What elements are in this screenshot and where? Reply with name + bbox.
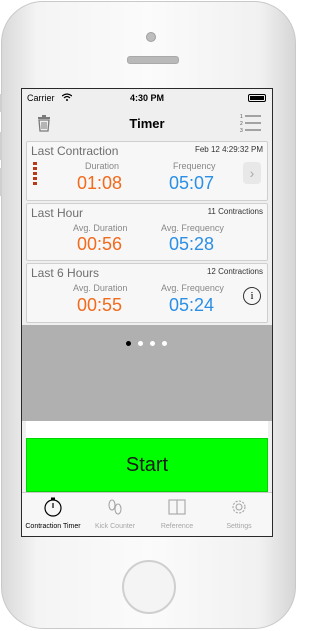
tab-reference[interactable]: Reference — [146, 493, 208, 536]
battery-icon — [248, 94, 266, 102]
book-icon — [168, 499, 186, 515]
info-icon[interactable]: i — [243, 287, 261, 305]
page-dot[interactable] — [126, 341, 131, 346]
tab-contraction-timer[interactable]: Contraction Timer — [22, 493, 84, 536]
tab-kick-counter[interactable]: Kick Counter — [84, 493, 146, 536]
volume-up-button — [0, 132, 2, 160]
page-dot[interactable] — [150, 341, 155, 346]
avg-duration-label: Avg. Duration — [73, 283, 128, 293]
blank-strip — [26, 421, 268, 438]
list-icon[interactable]: 1 2 3 — [240, 113, 262, 133]
card-title: Last Contraction — [31, 144, 119, 158]
card-title: Last Hour — [31, 206, 84, 220]
stopwatch-icon — [44, 497, 62, 517]
card-timestamp: Feb 12 4:29:32 PM — [194, 145, 263, 154]
page-dot[interactable] — [138, 341, 143, 346]
volume-down-button — [0, 168, 2, 196]
svg-text:3: 3 — [240, 128, 243, 133]
nav-bar: Timer 1 2 3 — [22, 107, 272, 139]
mute-switch — [0, 94, 2, 112]
gear-icon — [232, 500, 246, 514]
tab-label: Settings — [226, 523, 252, 530]
contraction-count: 12 Contractions — [206, 267, 263, 276]
earpiece — [127, 56, 179, 64]
tab-label: Reference — [160, 523, 194, 530]
footprints-icon — [108, 499, 122, 515]
status-time: 4:30 PM — [129, 93, 164, 103]
page-dot[interactable] — [162, 341, 167, 346]
nav-title: Timer — [129, 116, 165, 131]
start-button[interactable]: Start — [26, 438, 268, 492]
page-area[interactable] — [22, 325, 272, 421]
duration-label: Duration — [85, 161, 120, 171]
card-title: Last 6 Hours — [31, 266, 100, 280]
tab-label: Kick Counter — [94, 523, 136, 530]
tab-label: Contraction Timer — [25, 523, 81, 530]
chevron-right-icon[interactable]: › — [243, 162, 261, 184]
contraction-count: 11 Contractions — [207, 207, 263, 216]
last-6-hours-card: Last 6 Hours 12 Contractions Avg. Durati… — [26, 263, 268, 323]
app-screen: Carrier 4:30 PM Timer 1 2 3 Last Contrac… — [21, 88, 273, 537]
svg-text:2: 2 — [240, 121, 243, 127]
status-bar: Carrier 4:30 PM — [22, 89, 272, 107]
page-indicator[interactable] — [126, 333, 174, 346]
last-contraction-card[interactable]: Last Contraction Feb 12 4:29:32 PM Durat… — [26, 141, 268, 201]
front-camera — [146, 32, 156, 42]
avg-frequency-value: 05:28 — [169, 234, 215, 254]
avg-duration-label: Avg. Duration — [73, 223, 128, 233]
avg-frequency-value: 05:24 — [169, 295, 215, 315]
avg-duration-value: 00:56 — [77, 234, 123, 254]
home-button[interactable] — [122, 560, 176, 614]
frequency-label: Frequency — [173, 161, 216, 171]
avg-duration-value: 00:55 — [77, 295, 123, 315]
tab-settings[interactable]: Settings — [208, 493, 270, 536]
intensity-bars-icon — [33, 162, 37, 186]
duration-value: 01:08 — [77, 173, 123, 193]
avg-frequency-label: Avg. Frequency — [161, 223, 224, 233]
avg-frequency-label: Avg. Frequency — [161, 283, 224, 293]
svg-text:1: 1 — [240, 114, 243, 120]
frequency-value: 05:07 — [169, 173, 215, 193]
last-hour-card: Last Hour 11 Contractions Avg. Duration … — [26, 203, 268, 261]
tab-bar: Contraction Timer Kick Counter Reference… — [22, 492, 272, 536]
